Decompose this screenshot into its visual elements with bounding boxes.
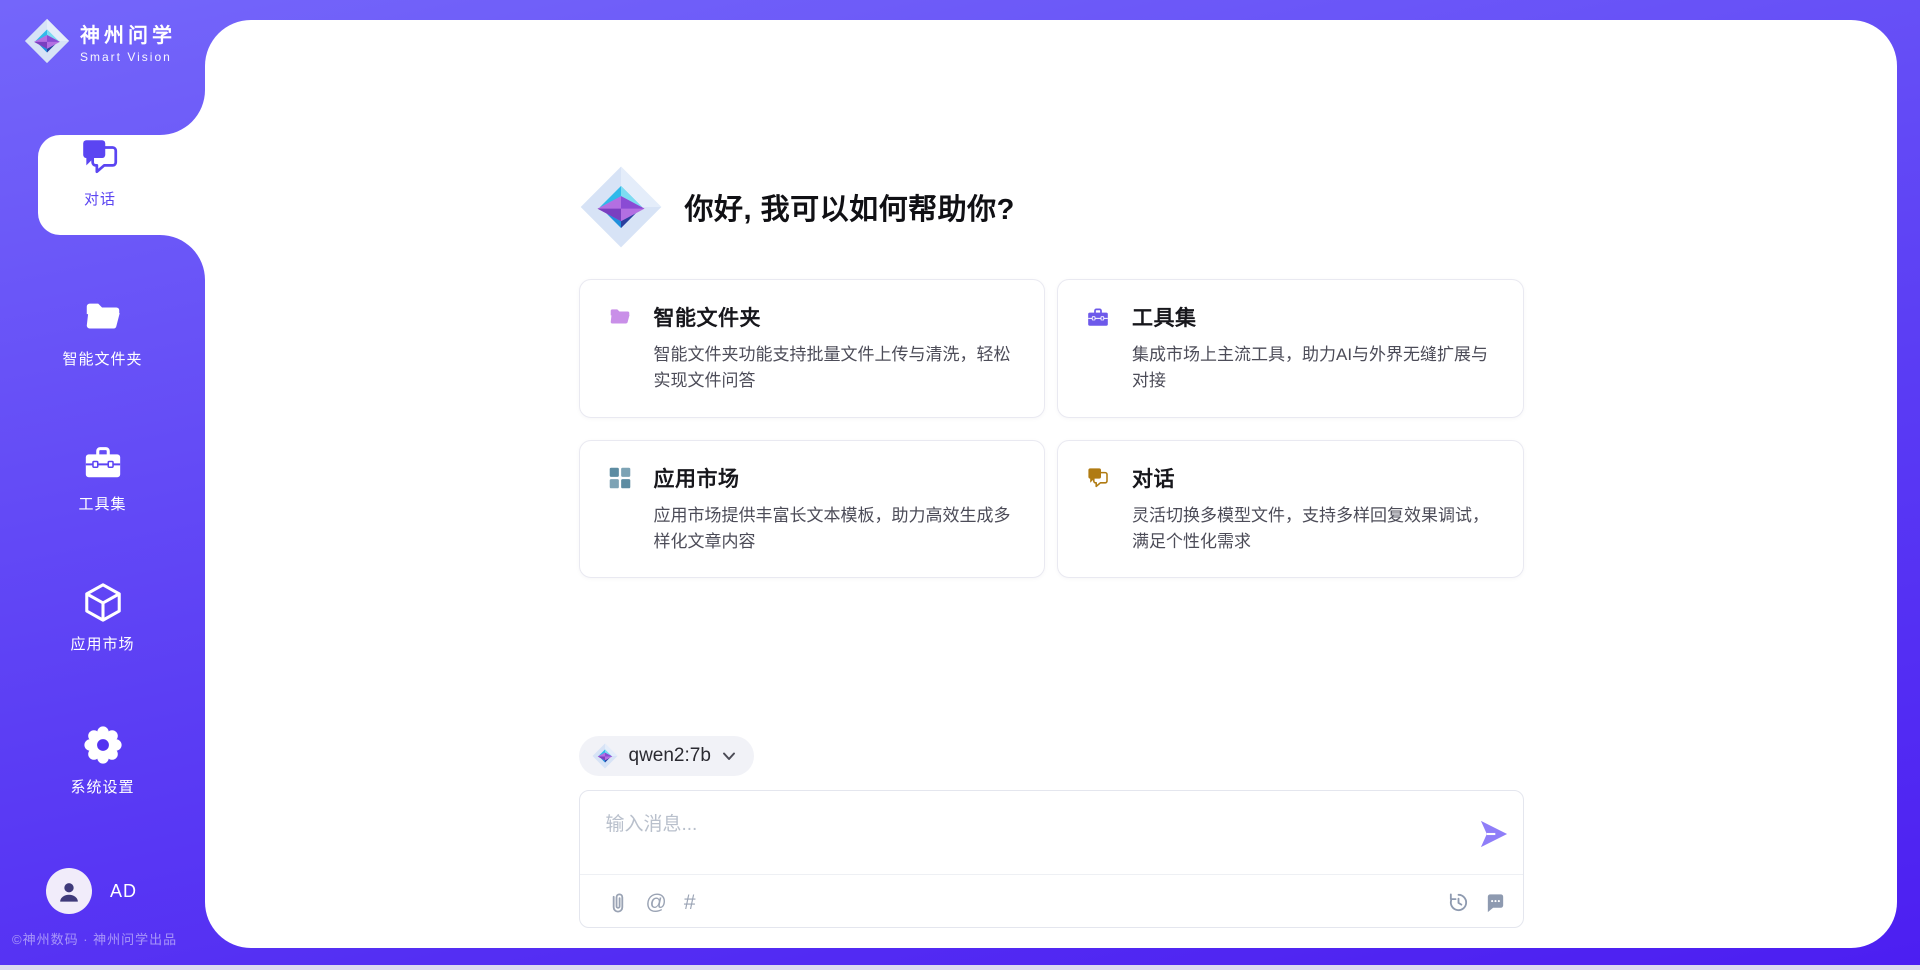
greeting-block: 你好, 我可以如何帮助你? (579, 20, 1524, 249)
feature-cards: 智能文件夹 智能文件夹功能支持批量文件上传与清洗，轻松实现文件问答 工具集 集成… (579, 279, 1524, 578)
sidebar-item-app-market[interactable]: 应用市场 (0, 581, 205, 654)
card-title: 工具集 (1132, 302, 1197, 332)
card-description: 灵活切换多模型文件，支持多样回复效果调试，满足个性化需求 (1132, 503, 1495, 556)
gear-icon (82, 724, 124, 766)
card-smart-folder[interactable]: 智能文件夹 智能文件夹功能支持批量文件上传与清洗，轻松实现文件问答 (579, 279, 1046, 418)
brand-subtitle: Smart Vision (80, 50, 176, 64)
sidebar-item-chat[interactable]: 对话 (0, 136, 200, 209)
cube-icon (82, 581, 124, 623)
send-icon[interactable] (1477, 817, 1511, 851)
card-title: 应用市场 (654, 463, 740, 493)
card-toolset[interactable]: 工具集 集成市场上主流工具，助力AI与外界无缝扩展与对接 (1057, 279, 1524, 418)
user-profile[interactable]: AD (46, 868, 137, 914)
message-input[interactable] (606, 809, 1466, 867)
sidebar-item-settings[interactable]: 系统设置 (0, 724, 205, 797)
avatar (46, 868, 92, 914)
at-icon[interactable]: @ (646, 892, 667, 913)
sidebar-footer: ©神州数码 · 神州问学出品 (12, 929, 212, 948)
paperclip-icon[interactable] (606, 891, 629, 914)
card-app-market[interactable]: 应用市场 应用市场提供丰富长文本模板，助力高效生成多样化文章内容 (579, 440, 1046, 579)
card-description: 智能文件夹功能支持批量文件上传与清洗，轻松实现文件问答 (654, 342, 1017, 395)
sidebar-item-label: 对话 (0, 188, 200, 209)
chat-icon (79, 136, 121, 178)
composer-divider (580, 874, 1523, 875)
grid-icon (608, 466, 632, 490)
sidebar-item-smart-folder[interactable]: 智能文件夹 (0, 296, 205, 369)
model-selector[interactable]: qwen2:7b (579, 736, 754, 776)
folder-icon (608, 305, 632, 329)
brand: 神州问学 Smart Vision (24, 18, 176, 64)
sidebar-item-toolset[interactable]: 工具集 (0, 441, 205, 514)
history-icon[interactable] (1447, 891, 1470, 914)
card-title: 智能文件夹 (654, 302, 762, 332)
toolbox-icon (1086, 305, 1110, 329)
assistant-logo-icon (579, 165, 663, 249)
greeting-title: 你好, 我可以如何帮助你? (685, 186, 1015, 228)
brand-diamond-icon (24, 18, 70, 64)
sidebar-item-label: 工具集 (0, 493, 205, 514)
message-composer: @ # (579, 790, 1524, 928)
model-logo-icon (592, 743, 618, 769)
sidebar-item-label: 系统设置 (0, 776, 205, 797)
sidebar-item-label: 应用市场 (0, 633, 205, 654)
card-title: 对话 (1132, 463, 1175, 493)
card-description: 应用市场提供丰富长文本模板，助力高效生成多样化文章内容 (654, 503, 1017, 556)
app-screen: 神州问学 Smart Vision 对话 智能文件夹 工具集 应用市场 系统设置 (0, 0, 1920, 970)
toolbox-icon (82, 441, 124, 483)
model-name: qwen2:7b (629, 745, 711, 767)
card-chat[interactable]: 对话 灵活切换多模型文件，支持多样回复效果调试，满足个性化需求 (1057, 440, 1524, 579)
bottom-edge-strip (0, 965, 1920, 970)
chat-icon (1086, 466, 1110, 490)
message-icon[interactable] (1484, 891, 1507, 914)
sidebar-item-label: 智能文件夹 (0, 348, 205, 369)
chevron-down-icon (722, 751, 736, 762)
card-description: 集成市场上主流工具，助力AI与外界无缝扩展与对接 (1132, 342, 1495, 395)
person-icon (56, 878, 82, 904)
main-panel: 你好, 我可以如何帮助你? 智能文件夹 智能文件夹功能支持批量文件上传与清洗，轻… (205, 20, 1897, 948)
brand-name: 神州问学 (80, 19, 176, 48)
hash-icon[interactable]: # (684, 892, 696, 913)
user-name: AD (110, 881, 137, 902)
folder-icon (82, 296, 124, 338)
